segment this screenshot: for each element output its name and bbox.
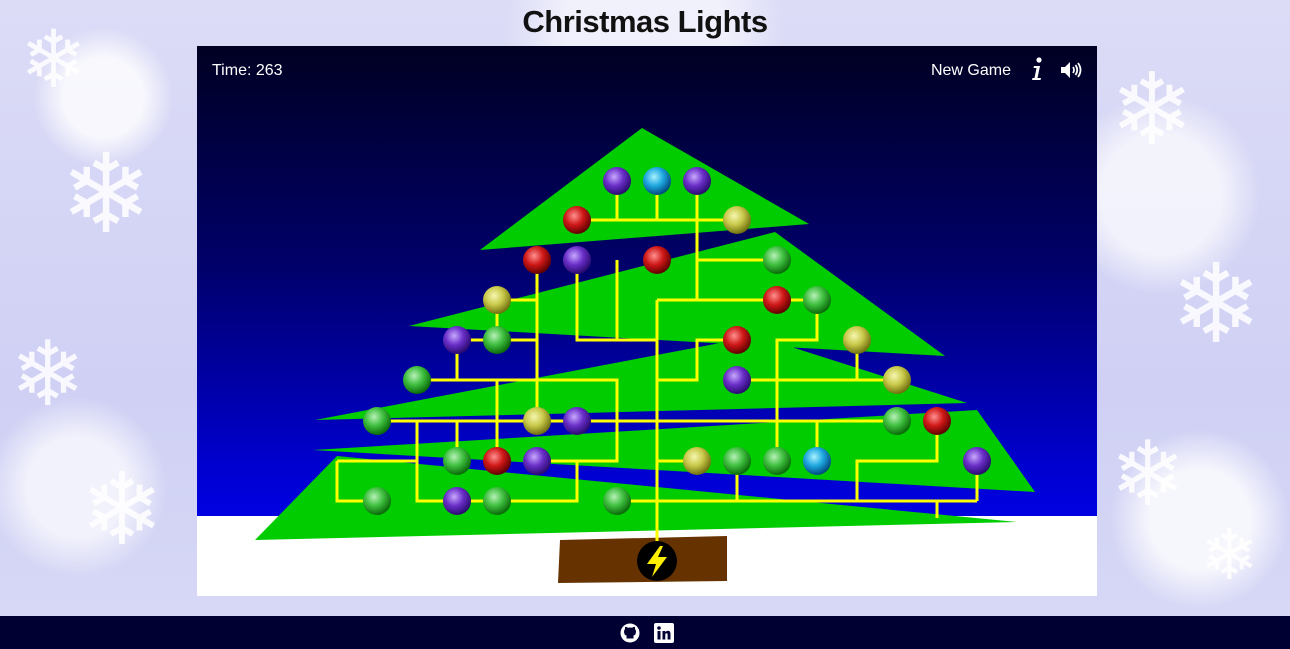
game-canvas[interactable]: Time: 263 New Game xyxy=(197,46,1097,596)
snowflake-decoration: ❄ xyxy=(1170,243,1263,366)
light-bulb[interactable] xyxy=(763,447,791,475)
footer-bar xyxy=(0,616,1290,649)
snowflake-decoration: ❄ xyxy=(1110,425,1186,525)
info-icon[interactable] xyxy=(1029,56,1045,82)
light-bulb[interactable] xyxy=(843,326,871,354)
light-bulb[interactable] xyxy=(363,407,391,435)
snowflake-decoration: ❄ xyxy=(1110,54,1194,166)
light-bulb[interactable] xyxy=(563,206,591,234)
light-bulb[interactable] xyxy=(363,487,391,515)
light-bulb[interactable] xyxy=(483,286,511,314)
light-bulb[interactable] xyxy=(723,206,751,234)
light-bulb[interactable] xyxy=(723,447,751,475)
light-bulb[interactable] xyxy=(883,407,911,435)
light-bulb[interactable] xyxy=(683,167,711,195)
light-bulb[interactable] xyxy=(803,447,831,475)
light-bulb[interactable] xyxy=(483,487,511,515)
snowflake-decoration: ❄ xyxy=(1200,516,1259,594)
page-title: Christmas Lights xyxy=(522,4,768,39)
linkedin-icon[interactable] xyxy=(654,623,674,643)
light-bulb[interactable] xyxy=(403,366,431,394)
light-bulb[interactable] xyxy=(963,447,991,475)
light-bulb[interactable] xyxy=(523,407,551,435)
light-bulb[interactable] xyxy=(763,246,791,274)
light-bulb[interactable] xyxy=(523,447,551,475)
lightning-bolt-icon[interactable] xyxy=(637,541,677,581)
snowflake-decoration: ❄ xyxy=(60,133,153,256)
light-bulb[interactable] xyxy=(483,447,511,475)
light-bulb[interactable] xyxy=(723,366,751,394)
github-icon[interactable] xyxy=(620,623,640,643)
light-bulb[interactable] xyxy=(923,407,951,435)
new-game-button[interactable]: New Game xyxy=(931,62,1011,80)
speaker-icon[interactable] xyxy=(1059,58,1083,82)
light-bulb[interactable] xyxy=(563,407,591,435)
light-bulb[interactable] xyxy=(443,487,471,515)
light-bulb[interactable] xyxy=(643,167,671,195)
light-bulb[interactable] xyxy=(443,326,471,354)
timer-display: Time: 263 xyxy=(212,62,283,79)
light-bulb[interactable] xyxy=(803,286,831,314)
light-bulb[interactable] xyxy=(603,487,631,515)
snowflake-decoration: ❄ xyxy=(80,454,164,566)
light-bulb[interactable] xyxy=(443,447,471,475)
christmas-tree xyxy=(255,128,1035,583)
light-bulb[interactable] xyxy=(723,326,751,354)
light-bulb[interactable] xyxy=(563,246,591,274)
light-bulb[interactable] xyxy=(523,246,551,274)
tree-layer xyxy=(480,128,809,250)
light-bulb[interactable] xyxy=(763,286,791,314)
light-bulb[interactable] xyxy=(883,366,911,394)
game-board[interactable] xyxy=(197,46,1097,596)
light-bulb[interactable] xyxy=(483,326,511,354)
light-bulb[interactable] xyxy=(603,167,631,195)
light-bulb[interactable] xyxy=(643,246,671,274)
light-bulb[interactable] xyxy=(683,447,711,475)
snowflake-decoration: ❄ xyxy=(10,325,86,425)
